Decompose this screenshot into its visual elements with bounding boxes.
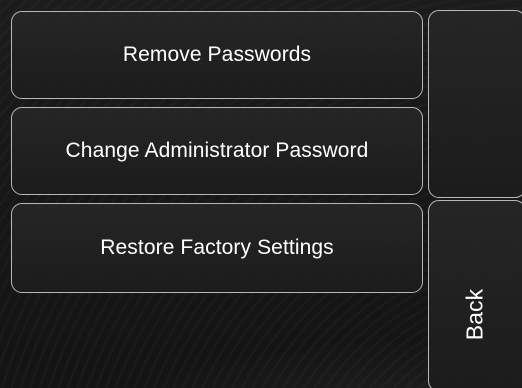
blank-side-button[interactable] [428,10,522,198]
restore-factory-settings-label: Restore Factory Settings [100,236,334,259]
change-administrator-password-label: Change Administrator Password [65,139,369,162]
remove-passwords-label: Remove Passwords [122,43,312,66]
change-administrator-password-button[interactable]: Change Administrator Password [11,107,423,195]
back-label: Back [461,288,488,340]
remove-passwords-button[interactable]: Remove Passwords [11,11,423,99]
restore-factory-settings-button[interactable]: Restore Factory Settings [11,203,423,293]
admin-menu-screen: Remove Passwords Change Administrator Pa… [0,0,522,388]
back-button[interactable]: Back [428,200,522,388]
